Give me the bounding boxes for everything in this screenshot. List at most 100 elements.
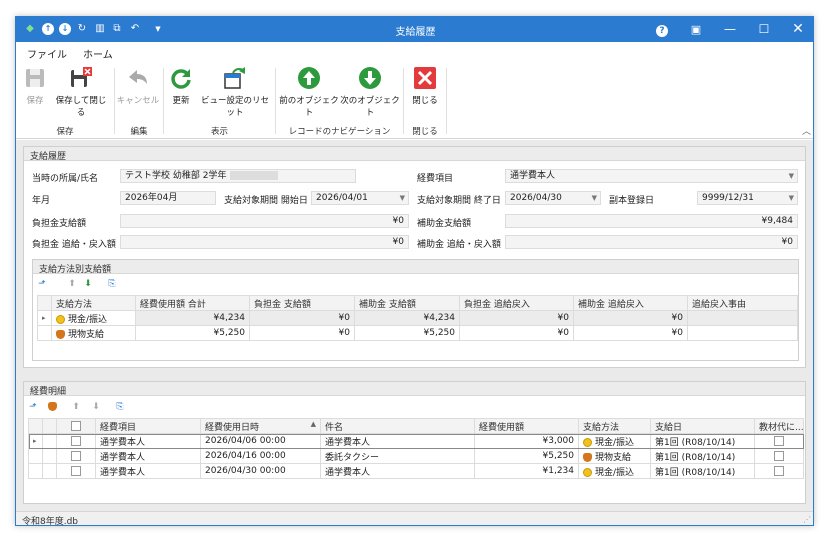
detail-col-header[interactable]: 経費項目 xyxy=(95,418,201,434)
detail-panel: 経費明細 ⬏ ⬆ ⬇ ⎘ 経費項目 経費使用日時 ▲ 件名 経費使用額 支給方法 … xyxy=(23,381,806,504)
detail-header-row: 経費項目 経費使用日時 ▲ 件名 経費使用額 支給方法 支給日 教材代に... xyxy=(28,418,804,434)
goods-add-icon[interactable] xyxy=(46,401,58,413)
goods-icon xyxy=(583,452,592,462)
preview-icon[interactable]: ⎘ xyxy=(106,278,118,290)
coin-icon xyxy=(583,467,592,477)
maximize-button[interactable]: ☐ xyxy=(747,17,781,42)
table-row[interactable]: ▸ 現金/振込 ¥4,234 ¥0 ¥4,234 ¥0 ¥0 xyxy=(37,310,798,326)
help-icon[interactable]: ? xyxy=(645,17,679,42)
close-button[interactable]: 閉じる xyxy=(408,66,442,106)
refresh-button[interactable]: 更新 xyxy=(167,66,195,106)
method-col-header[interactable]: 支給方法 xyxy=(51,295,136,311)
sub-date-label: 副本登録日 xyxy=(609,196,655,206)
expense-item-field[interactable]: 通学費本人 ▼ xyxy=(505,169,798,183)
group-nav-label: レコードのナビゲーション xyxy=(288,127,391,137)
preview-icon[interactable]: ⎘ xyxy=(114,401,126,413)
cancel-arrow-icon xyxy=(126,66,150,90)
status-filename: 令和8年度.db xyxy=(22,517,79,526)
row-indicator-icon: ▸ xyxy=(28,433,43,449)
refresh-icon xyxy=(169,66,193,90)
move-up-icon[interactable]: ⬆ xyxy=(66,278,78,290)
ribbon: 保存 保存して閉じる キャンセル 更新 ビュー設定のリセット 前のオブジェクト … xyxy=(16,62,813,139)
row-checkbox[interactable] xyxy=(71,450,81,461)
content-area: 支給履歴 当時の所属/氏名 テスト学校 幼稚部 2学年 経費項目 通学費本人 ▼ … xyxy=(16,140,813,511)
cancel-button[interactable]: キャンセル xyxy=(116,66,160,106)
group-save-label: 保存 xyxy=(56,127,74,137)
affiliation-label: 当時の所属/氏名 xyxy=(32,174,99,184)
move-up-icon[interactable]: ⬆ xyxy=(70,401,82,413)
year-month-field[interactable]: 2026年04月 xyxy=(120,191,216,205)
detail-col-header[interactable]: 経費使用額 xyxy=(474,418,579,434)
method-header-row: 支給方法 経費使用額 合計 負担金 支給額 補助金 支給額 負担金 追給戻入 補… xyxy=(37,295,798,311)
coin-icon xyxy=(583,437,592,447)
goods-icon xyxy=(56,329,65,339)
detail-col-header[interactable]: 支給方法 xyxy=(578,418,651,434)
period-start-field[interactable]: 2026/04/01 ▼ xyxy=(311,191,409,205)
table-row[interactable]: 現物支給 ¥5,250 ¥0 ¥5,250 ¥0 ¥0 xyxy=(37,325,798,341)
burden-label: 負担金支給額 xyxy=(32,219,87,229)
menu-bar: ファイル ホーム xyxy=(16,42,813,64)
method-col-header[interactable]: 補助金 追給戻入 xyxy=(573,295,688,311)
detail-section-title: 経費明細 xyxy=(24,382,805,397)
period-end-label: 支給対象期間 終了日 xyxy=(417,196,501,206)
close-window-button[interactable]: ✕ xyxy=(781,17,813,42)
method-col-header[interactable]: 経費使用額 合計 xyxy=(135,295,250,311)
coin-icon xyxy=(56,314,65,324)
subsidy-field[interactable]: ¥9,484 xyxy=(505,214,798,228)
method-col-header[interactable]: 追給戻入事由 xyxy=(687,295,798,311)
group-close-label: 閉じる xyxy=(412,127,438,137)
burden-refund-field[interactable]: ¥0 xyxy=(120,235,409,249)
detail-col-header[interactable]: 件名 xyxy=(320,418,475,434)
reset-view-button[interactable]: ビュー設定のリセット xyxy=(198,66,272,118)
move-down-icon[interactable]: ⬇ xyxy=(82,278,94,290)
redacted-name xyxy=(230,171,279,180)
detail-col-header[interactable]: 教材代に... xyxy=(754,418,804,434)
close-icon xyxy=(413,66,437,90)
next-object-button[interactable]: 次のオブジェクト xyxy=(340,66,400,118)
detail-col-header[interactable]: 支給日 xyxy=(650,418,755,434)
method-col-header[interactable]: 負担金 支給額 xyxy=(249,295,355,311)
group-display-label: 表示 xyxy=(210,127,228,137)
burden-field[interactable]: ¥0 xyxy=(120,214,409,228)
subsidy-refund-label: 補助金 追給・戻入額 xyxy=(417,240,501,250)
select-all-checkbox[interactable] xyxy=(71,420,81,431)
table-row[interactable]: ▸ 通学費本人 2026/04/06 00:00 通学費本人 ¥3,000 現金… xyxy=(28,433,804,449)
expense-item-label: 経費項目 xyxy=(417,174,454,184)
period-end-field[interactable]: 2026/04/30 ▼ xyxy=(505,191,601,205)
ribbon-display-icon[interactable]: ▣ xyxy=(679,17,713,42)
subsidy-refund-field[interactable]: ¥0 xyxy=(505,235,798,249)
resize-grip-icon[interactable]: ⋰ xyxy=(803,515,811,524)
row-checkbox[interactable] xyxy=(71,465,81,476)
up-arrow-icon xyxy=(297,66,321,90)
table-row[interactable]: 通学費本人 2026/04/16 00:00 委託タクシー ¥5,250 現物支… xyxy=(28,448,804,464)
down-arrow-icon xyxy=(358,66,382,90)
material-checkbox[interactable] xyxy=(774,435,784,446)
title-bar: ◆ ↑ ↓ ↻ ▥ ⧉ ↶ ▼ 支給履歴 ? ▣ — ☐ ✕ xyxy=(16,17,813,42)
detail-col-header[interactable]: 経費使用日時 ▲ xyxy=(200,418,321,434)
sub-date-field[interactable]: 9999/12/31 ▼ xyxy=(697,191,798,205)
collapse-ribbon-icon[interactable]: ︿ xyxy=(802,124,811,137)
method-col-header[interactable]: 補助金 支給額 xyxy=(354,295,460,311)
move-down-icon[interactable]: ⬇ xyxy=(90,401,102,413)
dropdown-arrow-icon: ▼ xyxy=(788,172,794,180)
method-col-header[interactable]: 負担金 追給戻入 xyxy=(459,295,574,311)
material-checkbox[interactable] xyxy=(774,450,784,461)
reset-view-icon xyxy=(223,66,247,90)
row-checkbox[interactable] xyxy=(71,435,81,446)
year-month-label: 年月 xyxy=(32,196,51,206)
new-row-icon[interactable]: ⬏ xyxy=(36,278,48,290)
method-panel: 支給方法別支給額 ⬏ ⬆ ⬇ ⎘ 支給方法 経費使用額 合計 負担金 支給額 補… xyxy=(32,259,799,361)
ribbon-separator xyxy=(446,68,447,134)
material-checkbox[interactable] xyxy=(774,465,784,476)
menu-file[interactable]: ファイル xyxy=(27,46,67,61)
method-section-title: 支給方法別支給額 xyxy=(33,260,798,275)
new-row-icon[interactable]: ⬏ xyxy=(27,401,39,413)
save-button[interactable]: 保存 xyxy=(20,66,50,106)
method-table: 支給方法 経費使用額 合計 負担金 支給額 補助金 支給額 負担金 追給戻入 補… xyxy=(37,295,798,341)
prev-object-button[interactable]: 前のオブジェクト xyxy=(279,66,339,118)
save-close-button[interactable]: 保存して閉じる xyxy=(52,66,110,118)
table-row[interactable]: 通学費本人 2026/04/30 00:00 通学費本人 ¥1,234 現金/振… xyxy=(28,463,804,479)
minimize-button[interactable]: — xyxy=(713,17,747,42)
dropdown-arrow-icon: ▼ xyxy=(399,194,405,202)
affiliation-field[interactable]: テスト学校 幼稚部 2学年 xyxy=(120,169,356,183)
